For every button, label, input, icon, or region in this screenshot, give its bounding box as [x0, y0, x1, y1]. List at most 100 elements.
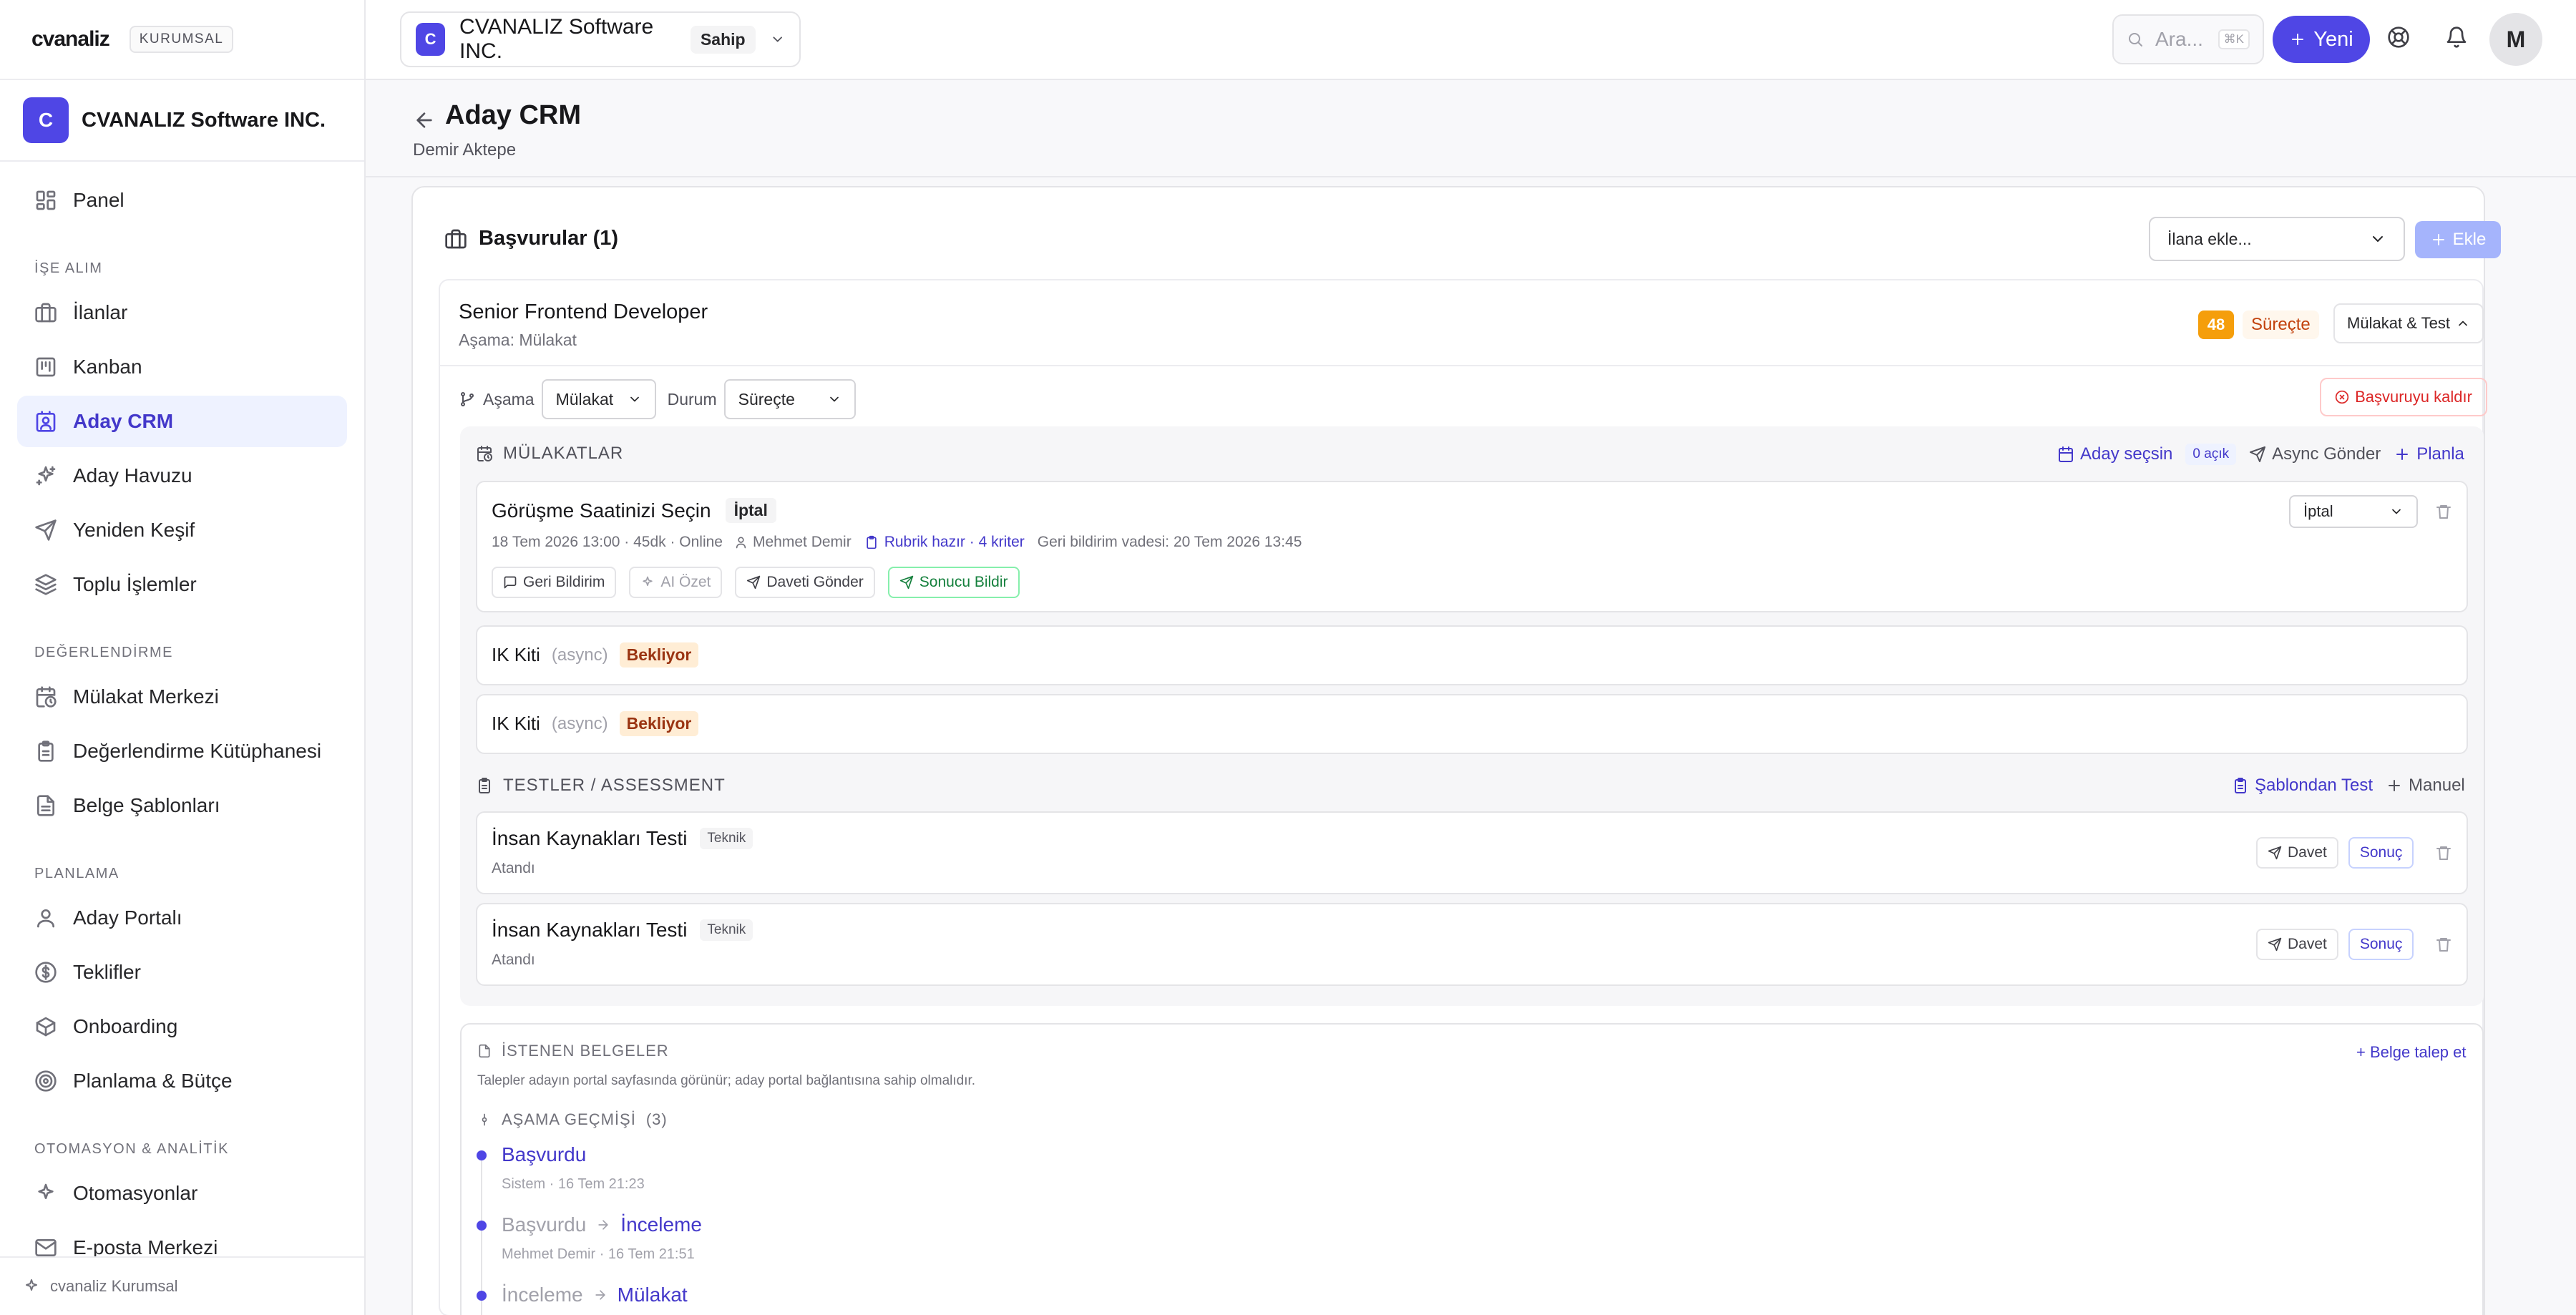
- test-title-row: İnsan Kaynakları Testi Teknik: [492, 827, 753, 850]
- request-document-link[interactable]: + Belge talep et: [2356, 1043, 2467, 1062]
- add-to-job-button[interactable]: Ekle: [2415, 221, 2501, 258]
- status-label: Durum: [667, 389, 717, 409]
- chevron-down-icon: [630, 396, 639, 402]
- interview-when: 18 Tem 2026 13:00 · 45dk · Online: [492, 534, 723, 550]
- async-item-kind: (async): [551, 713, 608, 733]
- clipboard-list-icon: [2235, 778, 2246, 793]
- send-invite-button[interactable]: Daveti Gönder: [735, 567, 875, 598]
- send-icon: [2268, 937, 2282, 952]
- history-count: (3): [645, 1110, 668, 1128]
- sidebar-item-panel[interactable]: Panel: [17, 175, 347, 226]
- new-button[interactable]: Yeni: [2273, 16, 2370, 63]
- async-send-link[interactable]: Async Gönder: [2249, 444, 2381, 464]
- brand-logo[interactable]: cvanaliz: [31, 27, 110, 52]
- toggle-label: Mülakat & Test: [2347, 314, 2450, 332]
- org-avatar: C: [23, 97, 69, 143]
- divider: [440, 365, 2482, 366]
- sidebar-item-kanban[interactable]: Kanban: [17, 341, 347, 393]
- send-icon: [899, 575, 913, 590]
- interview-test-panel: MÜLAKATLAR Aday seçsin 0 açık Async Gönd…: [460, 426, 2484, 1006]
- sidebar-item-label: Yeniden Keşif: [73, 519, 195, 541]
- interview-status-value: İptal: [2303, 502, 2333, 520]
- bell-icon[interactable]: [2445, 26, 2468, 49]
- documents-hint: Talepler adayın portal sayfasında görünü…: [477, 1073, 976, 1088]
- feedback-button[interactable]: Geri Bildirim: [492, 567, 617, 598]
- sidebar-item-degerlendirme-kutuphanesi[interactable]: Değerlendirme Kütüphanesi: [17, 725, 347, 777]
- interview-title-row: Görüşme Saatinizi Seçin İptal: [492, 498, 776, 523]
- layers-icon: [35, 574, 57, 595]
- history-meta: Sistem · 16 Tem 21:23: [502, 1176, 645, 1192]
- sidebar-item-aday-havuzu[interactable]: Aday Havuzu: [17, 450, 347, 502]
- stage-select[interactable]: Mülakat: [541, 379, 656, 419]
- trash-icon[interactable]: [2435, 844, 2452, 861]
- sidebar-item-toplu-islemler[interactable]: Toplu İşlemler: [17, 559, 347, 610]
- user-avatar[interactable]: M: [2489, 13, 2542, 66]
- org-select[interactable]: C CVANALIZ Software INC. Sahip: [400, 11, 801, 67]
- send-icon: [747, 575, 761, 590]
- send-invite-label: Daveti Gönder: [766, 574, 864, 590]
- file-icon: [479, 1044, 490, 1058]
- ai-summary-button[interactable]: AI Özet: [629, 567, 723, 598]
- file-text-icon: [37, 795, 54, 816]
- tests-header: TESTLER / ASSESSMENT: [476, 776, 726, 796]
- user-icon: [37, 909, 54, 928]
- async-item-title: IK Kiti: [492, 644, 540, 665]
- dollar-circle-icon: [35, 962, 57, 983]
- interview-test-toggle[interactable]: Mülakat & Test: [2333, 303, 2484, 343]
- sidebar-item-ilanlar[interactable]: İlanlar: [17, 287, 347, 338]
- sidebar-section-title: OTOMASYON & ANALİTİK: [34, 1141, 229, 1157]
- test-result-button[interactable]: Sonuç: [2348, 929, 2414, 960]
- target-icon: [35, 1070, 57, 1092]
- sidebar-item-onboarding[interactable]: Onboarding: [17, 1001, 347, 1052]
- manual-test-link[interactable]: Manuel: [2386, 776, 2465, 796]
- async-item-title: IK Kiti: [492, 713, 540, 734]
- plan-link[interactable]: Planla: [2394, 444, 2464, 464]
- test-invite-button[interactable]: Davet: [2256, 837, 2338, 869]
- interview-status-select[interactable]: İptal: [2289, 495, 2418, 528]
- trash-icon[interactable]: [2435, 503, 2452, 520]
- interviews-title: MÜLAKATLAR: [503, 444, 624, 463]
- status-badge: Süreçte: [2243, 311, 2319, 339]
- test-invite-label: Davet: [2288, 936, 2327, 952]
- history-title: AŞAMA GEÇMİŞİ: [502, 1110, 636, 1128]
- help-lifebuoy-icon[interactable]: [2387, 26, 2410, 49]
- candidate-select-link[interactable]: Aday seçsin: [2057, 444, 2172, 464]
- documents-title: İSTENEN BELGELER: [502, 1042, 669, 1060]
- org-name: CVANALIZ Software INC.: [459, 15, 654, 63]
- sidebar: cvanaliz KURUMSAL C CVANALIZ Software IN…: [0, 0, 366, 1315]
- tests-title: TESTLER / ASSESSMENT: [503, 776, 726, 795]
- sidebar-item-planlama-butce[interactable]: Planlama & Bütçe: [17, 1055, 347, 1107]
- chevron-down-icon: [2392, 509, 2401, 514]
- sidebar-item-belge-sablonlari[interactable]: Belge Şablonları: [17, 780, 347, 831]
- rubric-link[interactable]: Rubrik hazır · 4 kriter: [864, 534, 1025, 551]
- sidebar-item-aday-portali[interactable]: Aday Portalı: [17, 892, 347, 944]
- application-job-title: Senior Frontend Developer: [459, 300, 708, 323]
- sidebar-item-teklifler[interactable]: Teklifler: [17, 947, 347, 998]
- stage-label: Aşama: [483, 389, 535, 409]
- interviewer: Mehmet Demir: [736, 534, 852, 551]
- sidebar-item-otomasyonlar[interactable]: Otomasyonlar: [17, 1168, 347, 1219]
- test-result-button[interactable]: Sonuç: [2348, 837, 2414, 869]
- job-select[interactable]: İlana ekle...: [2149, 217, 2405, 261]
- trash-icon[interactable]: [2435, 936, 2452, 953]
- sparkles-icon: [26, 1279, 37, 1291]
- sidebar-item-mulakat-merkezi[interactable]: Mülakat Merkezi: [17, 671, 347, 723]
- sidebar-item-label: Mülakat Merkezi: [73, 685, 219, 708]
- status-select[interactable]: Süreçte: [723, 379, 856, 419]
- notify-result-button[interactable]: Sonucu Bildir: [887, 567, 1020, 598]
- applications-title: Başvurular (1): [444, 227, 618, 250]
- template-test-link[interactable]: Şablondan Test: [2232, 776, 2373, 796]
- briefcase-icon: [445, 229, 467, 248]
- applications-title-text: Başvurular (1): [479, 227, 619, 250]
- calendar-clock-icon: [477, 446, 492, 461]
- search-input[interactable]: Ara... ⌘K: [2112, 14, 2264, 64]
- candidate-select-label: Aday seçsin: [2080, 444, 2173, 464]
- page-header: Aday CRM Demir Aktepe: [366, 80, 2576, 177]
- test-invite-button[interactable]: Davet: [2256, 929, 2338, 960]
- sidebar-item-aday-crm[interactable]: Aday CRM: [17, 396, 347, 447]
- remove-application-button[interactable]: Başvuruyu kaldır: [2320, 378, 2487, 416]
- org-switcher[interactable]: C CVANALIZ Software INC.: [0, 80, 364, 162]
- arrow-left-icon[interactable]: [413, 109, 436, 132]
- test-title: İnsan Kaynakları Testi: [492, 919, 688, 941]
- sidebar-item-yeniden-kesif[interactable]: Yeniden Keşif: [17, 504, 347, 556]
